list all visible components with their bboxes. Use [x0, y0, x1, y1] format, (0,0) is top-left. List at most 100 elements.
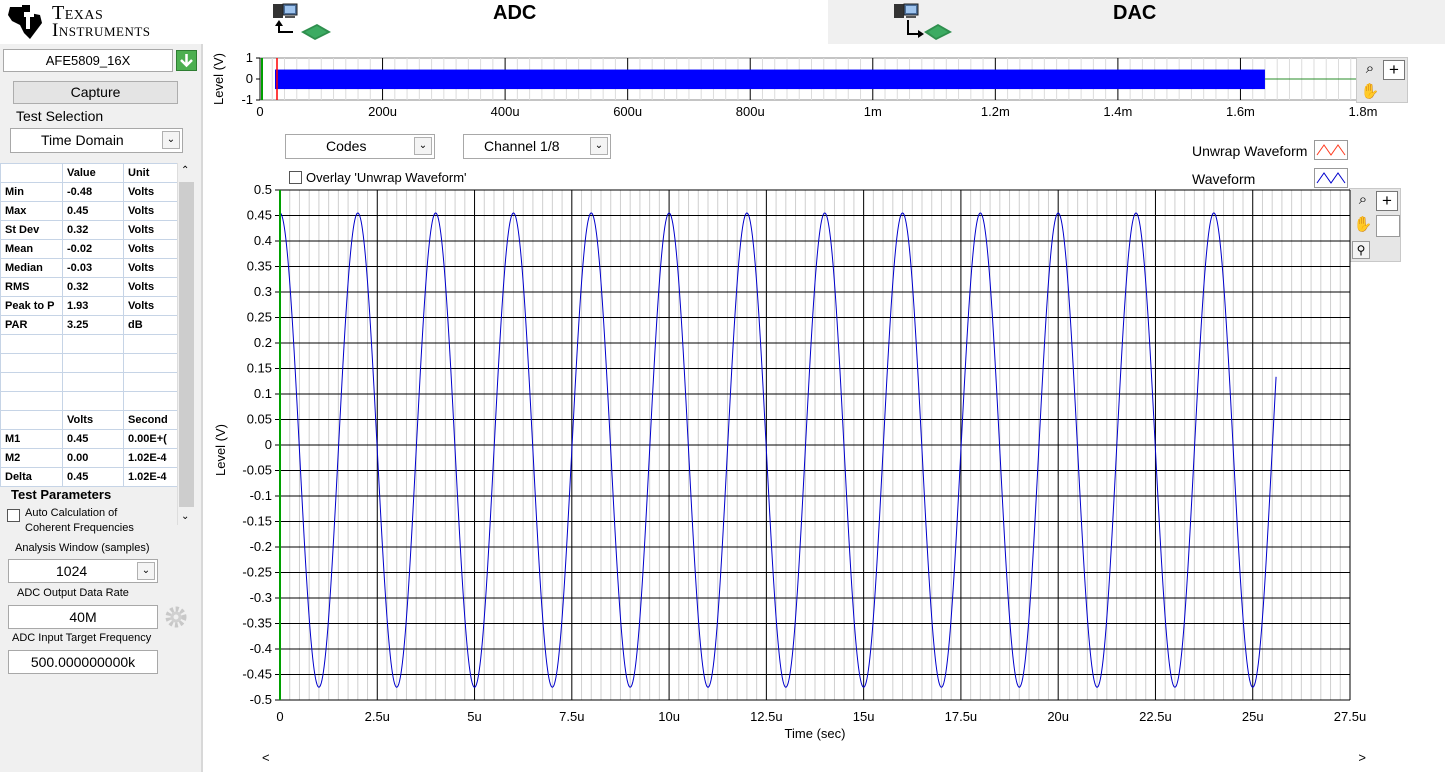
load-device-button[interactable]	[176, 50, 197, 71]
empty-cell[interactable]	[62, 353, 124, 373]
stat-name[interactable]: Mean	[0, 239, 63, 259]
scroll-left-icon[interactable]: <	[262, 750, 270, 765]
main-x-tick-label: 0	[276, 709, 283, 724]
marker-value[interactable]: 0.00	[62, 448, 124, 468]
pan-hand-icon[interactable]: ✋	[1359, 82, 1381, 102]
adc-rate-field[interactable]: 40M	[8, 605, 158, 629]
empty-cell[interactable]	[62, 372, 124, 392]
stat-name[interactable]: Median	[0, 258, 63, 278]
adc-rate-value: 40M	[69, 609, 97, 625]
stat-value[interactable]: 0.45	[62, 201, 124, 221]
marker-name[interactable]: Delta	[0, 467, 63, 487]
legend-unwrap-swatch[interactable]	[1314, 140, 1348, 160]
stat-value[interactable]: -0.48	[62, 182, 124, 202]
stat-unit[interactable]: Volts	[123, 277, 178, 297]
stat-unit[interactable]: dB	[123, 315, 178, 335]
empty-cell[interactable]	[123, 391, 178, 411]
overview-x-tick-label: 1.8m	[1349, 104, 1378, 119]
header-cell[interactable]	[0, 410, 63, 430]
marker-name[interactable]: M1	[0, 429, 63, 449]
empty-cell[interactable]	[62, 334, 124, 354]
channel-dropdown[interactable]: Channel 1/8 ⌄	[463, 134, 611, 159]
stat-value[interactable]: 1.93	[62, 296, 124, 316]
ti-logo: Texas Instruments	[0, 0, 203, 44]
stat-name[interactable]: Peak to P	[0, 296, 63, 316]
tab-adc[interactable]: ADC	[205, 0, 828, 44]
tab-dac-label: DAC	[1113, 2, 1157, 24]
table-row: Max 0.45 Volts	[0, 201, 178, 221]
waveform-chart[interactable]: 0 2.5u 5u 7.5u 10u 12.5u 15u 17.5u 20u 22.5u 25u 27…	[205, 180, 1375, 750]
empty-cell[interactable]	[0, 391, 63, 411]
stat-unit[interactable]: Volts	[123, 182, 178, 202]
zoom-icon[interactable]: ⌕	[1359, 60, 1381, 80]
empty-cell[interactable]	[62, 391, 124, 411]
main-x-tick-label: 20u	[1047, 709, 1069, 724]
main-x-tick-label: 15u	[853, 709, 875, 724]
legend-unwrap-label: Unwrap Waveform	[1192, 143, 1308, 159]
test-parameters-heading: Test Parameters	[11, 487, 112, 502]
empty-cell[interactable]	[0, 353, 63, 373]
gear-icon[interactable]	[164, 605, 188, 629]
stat-name[interactable]: Max	[0, 201, 63, 221]
marker-unit[interactable]: 1.02E-4	[123, 448, 178, 468]
overview-x-tick-label: 200u	[368, 104, 397, 119]
stat-name[interactable]: PAR	[0, 315, 63, 335]
adc-target-field[interactable]: 500.000000000k	[8, 650, 158, 674]
tab-dac[interactable]: DAC	[828, 0, 1445, 44]
table-row	[0, 353, 178, 373]
stat-name[interactable]: Min	[0, 182, 63, 202]
stat-value[interactable]: -0.03	[62, 258, 124, 278]
main-x-tick-label: 25u	[1242, 709, 1264, 724]
analysis-window-dropdown[interactable]: 1024 ⌄	[8, 559, 158, 583]
stat-value[interactable]: 0.32	[62, 220, 124, 240]
stat-unit[interactable]: Volts	[123, 239, 178, 259]
stat-value[interactable]: -0.02	[62, 239, 124, 259]
test-selection-dropdown[interactable]: Time Domain ⌄	[10, 128, 183, 153]
test-selection-value: Time Domain	[41, 132, 124, 148]
scroll-down-icon[interactable]: ⌄	[181, 511, 189, 522]
marker-unit[interactable]: 0.00E+(	[123, 429, 178, 449]
stat-unit[interactable]: Volts	[123, 296, 178, 316]
marker-value[interactable]: 0.45	[62, 467, 124, 487]
empty-cell[interactable]	[123, 372, 178, 392]
stat-unit[interactable]: Volts	[123, 258, 178, 278]
empty-cell[interactable]	[123, 334, 178, 354]
header-cell[interactable]	[0, 163, 63, 183]
header-cell-unit[interactable]: Second	[123, 410, 178, 430]
overview-chart[interactable]: 0 200u 400u 600u 800u 1m 1.2m 1.4m 1.6m 1.8m10-1L…	[205, 44, 1445, 128]
auto-calc-label-2: Coherent Frequencies	[25, 522, 134, 534]
stat-name[interactable]: St Dev	[0, 220, 63, 240]
capture-button[interactable]: Capture	[13, 81, 178, 104]
cursor-move-icon[interactable]: +	[1383, 60, 1405, 80]
table-row	[0, 334, 178, 354]
main-y-tick-label: 0.2	[254, 335, 272, 350]
stat-unit[interactable]: Volts	[123, 201, 178, 221]
marker-name[interactable]: M2	[0, 448, 63, 468]
header-cell-value[interactable]: Volts	[62, 410, 124, 430]
header-cell-value[interactable]: Value	[62, 163, 124, 183]
empty-cell[interactable]	[0, 372, 63, 392]
scroll-right-icon[interactable]: >	[1358, 750, 1366, 765]
main-y-tick-label: -0.5	[250, 692, 272, 707]
main-y-tick-label: -0.1	[250, 488, 272, 503]
cursor-move-icon[interactable]: +	[1376, 191, 1398, 211]
table-row: M2 0.00 1.02E-4	[0, 448, 178, 468]
overview-x-tick-label: 1.6m	[1226, 104, 1255, 119]
scroll-up-icon[interactable]: ⌃	[181, 165, 189, 176]
format-dropdown[interactable]: Codes ⌄	[285, 134, 435, 159]
empty-cell[interactable]	[123, 353, 178, 373]
adc-rate-label: ADC Output Data Rate	[17, 587, 129, 599]
stats-scroll-thumb[interactable]	[179, 182, 194, 507]
chart-horizontal-scrollbar[interactable]: < >	[258, 750, 1370, 768]
device-select[interactable]: AFE5809_16X	[3, 49, 173, 72]
marker-value[interactable]: 0.45	[62, 429, 124, 449]
stat-value[interactable]: 0.32	[62, 277, 124, 297]
stat-value[interactable]: 3.25	[62, 315, 124, 335]
main-y-tick-label: 0.35	[247, 259, 272, 274]
marker-unit[interactable]: 1.02E-4	[123, 467, 178, 487]
stat-name[interactable]: RMS	[0, 277, 63, 297]
empty-cell[interactable]	[0, 334, 63, 354]
auto-calc-checkbox[interactable]	[7, 509, 20, 522]
stat-unit[interactable]: Volts	[123, 220, 178, 240]
header-cell-unit[interactable]: Unit	[123, 163, 178, 183]
